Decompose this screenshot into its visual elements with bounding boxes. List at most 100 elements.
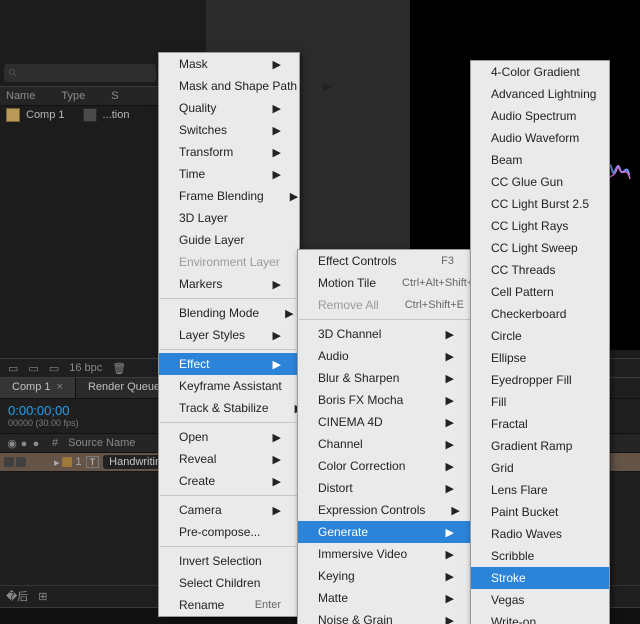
menu-item[interactable]: Create▶ xyxy=(159,470,299,492)
menu-item[interactable]: Grid xyxy=(471,457,609,479)
new-comp-icon[interactable]: ▭ xyxy=(49,362,59,375)
menu-item[interactable]: Time▶ xyxy=(159,163,299,185)
project-search[interactable] xyxy=(4,64,156,82)
menu-item[interactable]: Stroke xyxy=(471,567,609,589)
menu-item[interactable]: Blur & Sharpen▶ xyxy=(298,367,472,389)
menu-item[interactable]: Write-on xyxy=(471,611,609,624)
menu-item[interactable]: Invert Selection xyxy=(159,550,299,572)
menu-item[interactable]: Vegas xyxy=(471,589,609,611)
menu-item[interactable]: Keyframe Assistant▶ xyxy=(159,375,299,397)
menu-item[interactable]: Reveal▶ xyxy=(159,448,299,470)
layer-color-chip[interactable] xyxy=(62,457,72,467)
menu-item[interactable]: Pre-compose... xyxy=(159,521,299,543)
menu-item[interactable]: Effect▶ xyxy=(159,353,299,375)
menu-item[interactable]: Keying▶ xyxy=(298,565,472,587)
menu-item[interactable]: Motion TileCtrl+Alt+Shift+E xyxy=(298,272,472,294)
menu-item[interactable]: Layer Styles▶ xyxy=(159,324,299,346)
menu-item[interactable]: Effect ControlsF3 xyxy=(298,250,472,272)
layer-context-menu[interactable]: Mask▶Mask and Shape Path▶Quality▶Switche… xyxy=(158,52,300,617)
menu-item[interactable]: Guide Layer xyxy=(159,229,299,251)
col-source-name[interactable]: Source Name xyxy=(68,437,135,449)
col-name[interactable]: Name xyxy=(6,90,35,102)
menu-item[interactable]: Open▶ xyxy=(159,426,299,448)
menu-item[interactable]: Checkerboard xyxy=(471,303,609,325)
menu-item[interactable]: Switches▶ xyxy=(159,119,299,141)
trash-icon[interactable]: 🗑 xyxy=(112,362,126,375)
menu-item-label: Write-on xyxy=(491,615,536,624)
twirl-icon[interactable]: ▸ xyxy=(54,456,60,469)
menu-item[interactable]: Ellipse xyxy=(471,347,609,369)
bpc-label[interactable]: 16 bpc xyxy=(69,362,102,374)
menu-item[interactable]: Gradient Ramp xyxy=(471,435,609,457)
menu-item[interactable]: Generate▶ xyxy=(298,521,472,543)
menu-item[interactable]: Quality▶ xyxy=(159,97,299,119)
menu-item[interactable]: CC Light Burst 2.5 xyxy=(471,193,609,215)
menu-item[interactable]: 4-Color Gradient xyxy=(471,61,609,83)
menu-item[interactable]: Distort▶ xyxy=(298,477,472,499)
menu-item[interactable]: Circle xyxy=(471,325,609,347)
menu-item[interactable]: Camera▶ xyxy=(159,499,299,521)
menu-item[interactable]: CC Light Rays xyxy=(471,215,609,237)
lock-icon[interactable]: ● xyxy=(30,438,42,450)
menu-item[interactable]: Beam xyxy=(471,149,609,171)
menu-item[interactable]: CC Glue Gun xyxy=(471,171,609,193)
menu-item[interactable]: Transform▶ xyxy=(159,141,299,163)
menu-item[interactable]: Cell Pattern xyxy=(471,281,609,303)
menu-item[interactable]: Channel▶ xyxy=(298,433,472,455)
menu-item[interactable]: Track & Stabilize▶ xyxy=(159,397,299,419)
frame-blend-icon[interactable]: ⊞ xyxy=(38,590,47,603)
menu-item[interactable]: RenameEnter xyxy=(159,594,299,616)
menu-item[interactable]: Matte▶ xyxy=(298,587,472,609)
menu-item[interactable]: Lens Flare xyxy=(471,479,609,501)
current-timecode[interactable]: 0:00:00;00 xyxy=(8,403,158,418)
menu-item[interactable]: Select Children xyxy=(159,572,299,594)
menu-item[interactable]: Fractal xyxy=(471,413,609,435)
menu-item[interactable]: Audio Waveform xyxy=(471,127,609,149)
menu-item[interactable]: Fill xyxy=(471,391,609,413)
menu-item[interactable]: Blending Mode▶ xyxy=(159,302,299,324)
flowchart-icon[interactable]: ▭ xyxy=(8,362,18,375)
menu-item[interactable]: Audio▶ xyxy=(298,345,472,367)
menu-item[interactable]: Boris FX Mocha▶ xyxy=(298,389,472,411)
menu-item[interactable]: Frame Blending▶ xyxy=(159,185,299,207)
menu-item[interactable]: Markers▶ xyxy=(159,273,299,295)
col-s[interactable]: S xyxy=(111,90,118,102)
solo-icon[interactable]: ● xyxy=(18,438,30,450)
menu-item[interactable]: 3D Layer xyxy=(159,207,299,229)
project-item[interactable]: Comp 1 ...tion xyxy=(0,106,160,124)
menu-item-label: Radio Waves xyxy=(491,527,562,541)
close-icon[interactable]: × xyxy=(57,381,63,393)
menu-item[interactable]: Paint Bucket xyxy=(471,501,609,523)
menu-item[interactable]: CC Threads xyxy=(471,259,609,281)
project-panel: Name Type S Comp 1 ...tion xyxy=(0,60,160,124)
menu-item[interactable]: CINEMA 4D▶ xyxy=(298,411,472,433)
effect-submenu[interactable]: Effect ControlsF3Motion TileCtrl+Alt+Shi… xyxy=(297,249,473,624)
menu-item[interactable]: Environment Layer xyxy=(159,251,299,273)
timecode-area[interactable]: 0:00:00;00 00000 (30.00 fps) xyxy=(0,399,166,433)
menu-item[interactable]: Remove AllCtrl+Shift+E xyxy=(298,294,472,316)
menu-item[interactable]: Expression Controls▶ xyxy=(298,499,472,521)
menu-item[interactable]: Color Correction▶ xyxy=(298,455,472,477)
menu-item[interactable]: Mask▶ xyxy=(159,53,299,75)
menu-item[interactable]: Eyedropper Fill xyxy=(471,369,609,391)
folder-icon[interactable]: ▭ xyxy=(28,362,38,375)
menu-item[interactable]: Noise & Grain▶ xyxy=(298,609,472,624)
tab-comp1[interactable]: Comp 1× xyxy=(0,378,76,398)
solo-chip[interactable] xyxy=(16,457,26,467)
menu-item[interactable]: Scribble xyxy=(471,545,609,567)
menu-item[interactable]: Mask and Shape Path▶ xyxy=(159,75,299,97)
toggle-icon[interactable]: �后 xyxy=(6,588,28,604)
menu-item[interactable]: Radio Waves xyxy=(471,523,609,545)
visibility-chip[interactable] xyxy=(4,457,14,467)
menu-item-label: Noise & Grain xyxy=(318,613,393,624)
menu-item[interactable]: Immersive Video▶ xyxy=(298,543,472,565)
menu-item[interactable]: Audio Spectrum xyxy=(471,105,609,127)
menu-item-label: Effect xyxy=(179,357,209,371)
menu-item[interactable]: Advanced Lightning xyxy=(471,83,609,105)
menu-item-label: Stroke xyxy=(491,571,526,585)
generate-submenu[interactable]: 4-Color GradientAdvanced LightningAudio … xyxy=(470,60,610,624)
menu-item[interactable]: 3D Channel▶ xyxy=(298,323,472,345)
eye-icon[interactable]: ◉ xyxy=(6,437,18,450)
col-type[interactable]: Type xyxy=(61,90,85,102)
menu-item[interactable]: CC Light Sweep xyxy=(471,237,609,259)
